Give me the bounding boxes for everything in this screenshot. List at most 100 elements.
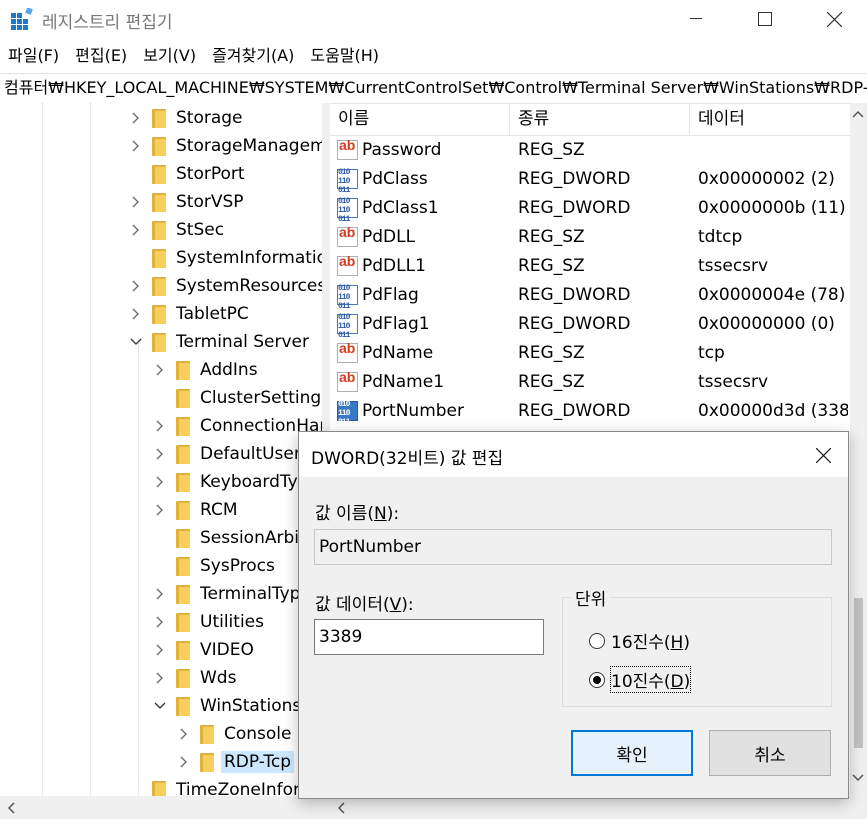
folder-icon bbox=[152, 304, 166, 324]
scroll-thumb[interactable] bbox=[854, 598, 863, 748]
tree-item-storagemanagement[interactable]: StorageManagement bbox=[128, 132, 322, 160]
list-row-pdclass[interactable]: 010 110 011 PdClass REG_DWORD 0x00000002… bbox=[330, 165, 850, 195]
tree-item-storport[interactable]: StorPort bbox=[128, 160, 245, 188]
tree-item-sysprocs[interactable]: SysProcs bbox=[152, 552, 275, 580]
tree-item-keyboardtype[interactable]: KeyboardType Mapping bbox=[152, 468, 322, 496]
menu-file[interactable]: 파일(F) bbox=[0, 42, 67, 72]
tree-item-addins[interactable]: AddIns bbox=[152, 356, 258, 384]
row-name: PdName1 bbox=[362, 372, 445, 392]
tree-item-rcm[interactable]: RCM bbox=[152, 496, 238, 524]
key-tree[interactable]: Storage StorageManagement StorPort StorV… bbox=[0, 103, 322, 796]
tree-item-rdp-tcp[interactable]: RDP-Tcp bbox=[176, 748, 294, 776]
list-row-pddll1[interactable]: ab PdDLL1 REG_SZ tssecsrv bbox=[330, 252, 850, 281]
close-window-button[interactable] bbox=[811, 0, 857, 38]
ok-button[interactable]: 확인 bbox=[571, 730, 693, 776]
list-row-pdname[interactable]: ab PdName REG_SZ tcp bbox=[330, 339, 850, 368]
chevron-right-icon[interactable] bbox=[152, 474, 168, 490]
address-bar[interactable]: 컴퓨터₩HKEY_LOCAL_MACHINE₩SYSTEM₩CurrentCon… bbox=[0, 73, 867, 104]
chevron-right-icon[interactable] bbox=[152, 418, 168, 434]
radio-hexadecimal[interactable]: 16진수(H) bbox=[589, 628, 690, 653]
base-group-label: 단위 bbox=[571, 585, 611, 610]
row-data: 0x0000000b (11) bbox=[698, 198, 846, 218]
menu-bar: 파일(F) 편집(E) 보기(V) 즐겨찾기(A) 도움말(H) bbox=[0, 42, 867, 72]
tree-item-clustersettings[interactable]: ClusterSettings bbox=[152, 384, 322, 412]
tree-item-connectionhandler[interactable]: ConnectionHandler bbox=[152, 412, 322, 440]
list-row-portnumber[interactable]: 010 110 011 PortNumber REG_DWORD 0x00000… bbox=[330, 397, 850, 427]
chevron-right-icon[interactable] bbox=[152, 362, 168, 378]
row-type: REG_SZ bbox=[518, 256, 585, 276]
tree-guide-line bbox=[42, 103, 43, 796]
row-name: PdFlag1 bbox=[362, 314, 430, 334]
tree-item-terminal-server[interactable]: Terminal Server bbox=[128, 328, 309, 356]
chevron-right-icon[interactable] bbox=[128, 222, 144, 238]
list-row-pdname1[interactable]: ab PdName1 REG_SZ tssecsrv bbox=[330, 368, 850, 397]
column-header-type[interactable]: 종류 bbox=[510, 103, 690, 135]
list-row-pdflag[interactable]: 010 110 011 PdFlag REG_DWORD 0x0000004e … bbox=[330, 281, 850, 311]
menu-edit[interactable]: 편집(E) bbox=[67, 42, 135, 72]
dialog-close-button[interactable] bbox=[808, 440, 838, 470]
tree-item-wds[interactable]: Wds bbox=[152, 664, 236, 692]
chevron-right-icon[interactable] bbox=[152, 446, 168, 462]
chevron-right-icon[interactable] bbox=[128, 110, 144, 126]
column-header-name[interactable]: 이름 bbox=[330, 103, 510, 135]
tree-horizontal-scrollbar[interactable] bbox=[0, 796, 322, 819]
column-header-data[interactable]: 데이터 bbox=[690, 103, 850, 135]
row-data: tcp bbox=[698, 343, 725, 363]
chevron-right-icon[interactable] bbox=[152, 614, 168, 630]
list-vertical-scrollbar[interactable] bbox=[850, 103, 867, 819]
row-type: REG_SZ bbox=[518, 227, 585, 247]
list-row-pddll[interactable]: ab PdDLL REG_SZ tdtcp bbox=[330, 223, 850, 252]
radio-button-selected[interactable] bbox=[589, 671, 605, 688]
tree-item-storage[interactable]: Storage bbox=[128, 104, 243, 132]
chevron-right-icon[interactable] bbox=[128, 138, 144, 154]
cancel-button[interactable]: 취소 bbox=[709, 730, 831, 776]
tree-item-stsec[interactable]: StSec bbox=[128, 216, 224, 244]
chevron-right-icon[interactable] bbox=[176, 726, 192, 742]
menu-view[interactable]: 보기(V) bbox=[135, 42, 204, 72]
chevron-right-icon[interactable] bbox=[152, 502, 168, 518]
menu-help[interactable]: 도움말(H) bbox=[302, 42, 387, 72]
chevron-right-icon[interactable] bbox=[152, 642, 168, 658]
tree-item-systeminformation[interactable]: SystemInformation bbox=[128, 244, 322, 272]
list-header: 이름 종류 데이터 bbox=[330, 103, 850, 136]
radio-decimal[interactable]: 10진수(D) bbox=[589, 666, 692, 693]
tree-item-utilities[interactable]: Utilities bbox=[152, 608, 264, 636]
tree-item-tabletpc[interactable]: TabletPC bbox=[128, 300, 249, 328]
tree-item-console[interactable]: Console bbox=[176, 720, 292, 748]
tree-item-defaultuserconfiguration[interactable]: DefaultUserConfiguration bbox=[152, 440, 322, 468]
list-row-pdclass1[interactable]: 010 110 011 PdClass1 REG_DWORD 0x0000000… bbox=[330, 194, 850, 224]
folder-icon bbox=[152, 136, 166, 156]
address-path[interactable]: 컴퓨터₩HKEY_LOCAL_MACHINE₩SYSTEM₩CurrentCon… bbox=[0, 74, 867, 102]
chevron-right-icon[interactable] bbox=[128, 194, 144, 210]
window-title: 레지스트리 편집기 bbox=[42, 13, 173, 33]
chevron-right-icon[interactable] bbox=[128, 306, 144, 322]
row-data: 0x0000004e (78) bbox=[698, 285, 846, 305]
chevron-down-icon[interactable] bbox=[152, 698, 168, 714]
minimize-button[interactable] bbox=[673, 0, 719, 38]
value-name-field[interactable]: PortNumber bbox=[314, 529, 832, 565]
list-row-pdflag1[interactable]: 010 110 011 PdFlag1 REG_DWORD 0x00000000… bbox=[330, 310, 850, 340]
row-type: REG_DWORD bbox=[518, 314, 631, 334]
tree-item-timezoneinformation[interactable]: TimeZoneInformation bbox=[128, 776, 322, 796]
tree-item-storvsp[interactable]: StorVSP bbox=[128, 188, 244, 216]
chevron-right-icon[interactable] bbox=[128, 278, 144, 294]
chevron-right-icon[interactable] bbox=[152, 670, 168, 686]
tree-item-sessionarbitration[interactable]: SessionArbitrationHelper bbox=[152, 524, 322, 552]
tree-item-winstations[interactable]: WinStations bbox=[152, 692, 301, 720]
registry-editor-icon bbox=[11, 7, 33, 30]
tree-item-video[interactable]: VIDEO bbox=[152, 636, 254, 664]
menu-favorites[interactable]: 즐겨찾기(A) bbox=[204, 42, 302, 72]
chevron-down-icon[interactable] bbox=[128, 334, 144, 350]
radio-button[interactable] bbox=[589, 632, 605, 649]
maximize-button[interactable] bbox=[742, 0, 788, 38]
list-horizontal-scrollbar[interactable] bbox=[330, 796, 850, 819]
row-type: REG_DWORD bbox=[518, 401, 631, 421]
tree-item-systemresources[interactable]: SystemResources bbox=[128, 272, 322, 300]
chevron-right-icon[interactable] bbox=[152, 586, 168, 602]
list-row-password[interactable]: ab Password REG_SZ bbox=[330, 136, 850, 165]
scroll-down-icon bbox=[852, 774, 864, 782]
tree-item-terminaltypes[interactable]: TerminalTypes bbox=[152, 580, 320, 608]
value-data-input[interactable]: 3389 bbox=[314, 619, 544, 655]
chevron-right-icon[interactable] bbox=[176, 754, 192, 770]
tree-guide-line bbox=[90, 103, 91, 796]
